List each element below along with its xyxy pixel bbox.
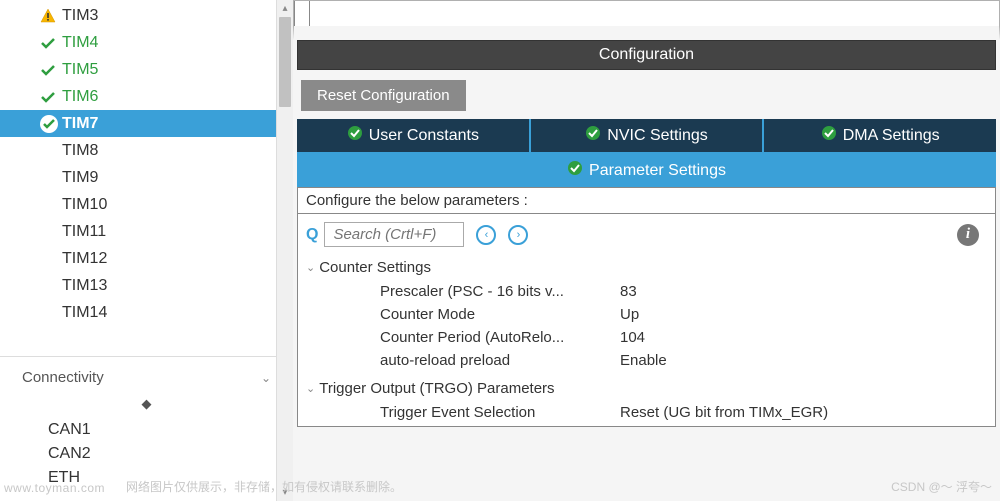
tab-label: DMA Settings: [843, 127, 940, 145]
check-icon: [40, 36, 62, 50]
chevron-down-icon: ⌄: [306, 261, 315, 274]
group-counter-settings: ⌄ Counter Settings Prescaler (PSC - 16 b…: [298, 253, 995, 374]
tree-item-label: TIM6: [62, 88, 98, 106]
param-label: Prescaler (PSC - 16 bits v...: [380, 283, 620, 300]
param-row[interactable]: Counter ModeUp: [306, 303, 987, 326]
check-circle-icon: [585, 125, 601, 146]
param-value: Up: [620, 306, 987, 323]
tree-item-label: TIM4: [62, 34, 98, 52]
chevron-down-icon: ⌄: [261, 371, 271, 385]
tree-item-label: TIM7: [62, 115, 98, 133]
check-circle-icon: [347, 125, 363, 146]
tab-parameter-settings[interactable]: Parameter Settings: [297, 152, 996, 187]
param-value: 83: [620, 283, 987, 300]
param-value: Reset (UG bit from TIMx_EGR): [620, 404, 987, 421]
watermark-center: 网络图片仅供展示，非存储，如有侵权请联系删除。: [126, 478, 402, 495]
category-connectivity[interactable]: Connectivity ⌄: [0, 356, 293, 394]
tree-item-label: TIM3: [62, 7, 98, 25]
tree-item-tim13[interactable]: TIM13: [0, 272, 293, 299]
tab-nvic-settings[interactable]: NVIC Settings: [531, 119, 765, 152]
tree-item-tim11[interactable]: TIM11: [0, 218, 293, 245]
tree-item-label: CAN1: [48, 421, 91, 439]
peripheral-tree: TIM3 TIM4 TIM5 TIM6 TIM7 TIM8 TIM9 TIM10…: [0, 0, 293, 326]
warning-icon: [40, 8, 62, 24]
param-label: auto-reload preload: [380, 352, 620, 369]
check-circle-icon: [821, 125, 837, 146]
param-label: Counter Period (AutoRelo...: [380, 329, 620, 346]
tree-item-tim3[interactable]: TIM3: [0, 2, 293, 29]
tab-user-constants[interactable]: User Constants: [297, 119, 531, 152]
watermark-left: www.toyman.com: [4, 481, 105, 495]
group-header[interactable]: ⌄ Counter Settings: [306, 255, 987, 280]
param-row[interactable]: Counter Period (AutoRelo...104: [306, 326, 987, 349]
tree-item-label: TIM8: [62, 142, 98, 160]
group-trigger-output: ⌄ Trigger Output (TRGO) Parameters Trigg…: [298, 374, 995, 426]
tree-item-tim6[interactable]: TIM6: [0, 83, 293, 110]
panel-title: Configure the below parameters :: [298, 188, 995, 214]
tab-label: User Constants: [369, 127, 479, 145]
tab-label: Parameter Settings: [589, 162, 726, 180]
tree-item-tim14[interactable]: TIM14: [0, 299, 293, 326]
category-label: Connectivity: [22, 369, 104, 386]
tree-item-can1[interactable]: CAN1: [0, 418, 293, 442]
config-header: Configuration: [297, 40, 996, 70]
sidebar-scrollbar[interactable]: ▴ ▾: [276, 0, 293, 501]
check-icon: [40, 90, 62, 104]
param-label: Trigger Event Selection: [380, 404, 620, 421]
tree-item-label: TIM5: [62, 61, 98, 79]
info-icon[interactable]: i: [957, 224, 979, 246]
param-value: 104: [620, 329, 987, 346]
next-match-button[interactable]: ›: [508, 225, 528, 245]
tree-item-label: TIM11: [62, 223, 106, 241]
tree-item-label: CAN2: [48, 445, 91, 463]
param-label: Counter Mode: [380, 306, 620, 323]
tree-item-tim10[interactable]: TIM10: [0, 191, 293, 218]
chevron-down-icon: ⌄: [306, 382, 315, 395]
tree-item-label: TIM13: [62, 277, 107, 295]
group-header[interactable]: ⌄ Trigger Output (TRGO) Parameters: [306, 376, 987, 401]
prev-match-button[interactable]: ‹: [476, 225, 496, 245]
sidebar: TIM3 TIM4 TIM5 TIM6 TIM7 TIM8 TIM9 TIM10…: [0, 0, 293, 501]
tree-item-label: TIM10: [62, 196, 107, 214]
scroll-thumb[interactable]: [279, 17, 291, 107]
param-row[interactable]: auto-reload preloadEnable: [306, 349, 987, 372]
main-panel: Configuration Reset Configuration User C…: [293, 0, 1000, 501]
param-value: Enable: [620, 352, 987, 369]
param-row[interactable]: Trigger Event SelectionReset (UG bit fro…: [306, 401, 987, 424]
tree-item-tim5[interactable]: TIM5: [0, 56, 293, 83]
group-title: Counter Settings: [319, 259, 431, 276]
reset-configuration-button[interactable]: Reset Configuration: [301, 80, 466, 111]
param-row[interactable]: Prescaler (PSC - 16 bits v...83: [306, 280, 987, 303]
tree-item-tim12[interactable]: TIM12: [0, 245, 293, 272]
vertical-splitter[interactable]: [294, 1, 310, 26]
selected-check-icon: [40, 115, 62, 133]
config-header-label: Configuration: [599, 46, 694, 63]
watermark-right: CSDN @～ 浮夸～: [891, 478, 992, 495]
config-tabs: User Constants NVIC Settings DMA Setting…: [297, 119, 996, 187]
check-circle-icon: [567, 160, 583, 181]
tree-item-label: TIM9: [62, 169, 98, 187]
top-divider: [293, 0, 1000, 40]
tree-item-tim4[interactable]: TIM4: [0, 29, 293, 56]
scroll-up-icon[interactable]: ▴: [277, 0, 293, 17]
tree-item-label: TIM14: [62, 304, 107, 322]
tree-item-tim7[interactable]: TIM7: [0, 110, 293, 137]
tree-item-tim8[interactable]: TIM8: [0, 137, 293, 164]
sort-icon[interactable]: ◆: [0, 394, 293, 418]
tree-item-can2[interactable]: CAN2: [0, 442, 293, 466]
tree-item-label: TIM12: [62, 250, 107, 268]
check-icon: [40, 63, 62, 77]
parameter-panel: Configure the below parameters : Q ‹ › i…: [297, 187, 996, 427]
panel-toolbar: Q ‹ › i: [298, 214, 995, 253]
tree-item-tim9[interactable]: TIM9: [0, 164, 293, 191]
tab-label: NVIC Settings: [607, 127, 707, 145]
tab-dma-settings[interactable]: DMA Settings: [764, 119, 996, 152]
group-title: Trigger Output (TRGO) Parameters: [319, 380, 554, 397]
search-icon[interactable]: Q: [306, 226, 318, 244]
search-input[interactable]: [324, 222, 464, 247]
scroll-track[interactable]: [277, 17, 293, 484]
